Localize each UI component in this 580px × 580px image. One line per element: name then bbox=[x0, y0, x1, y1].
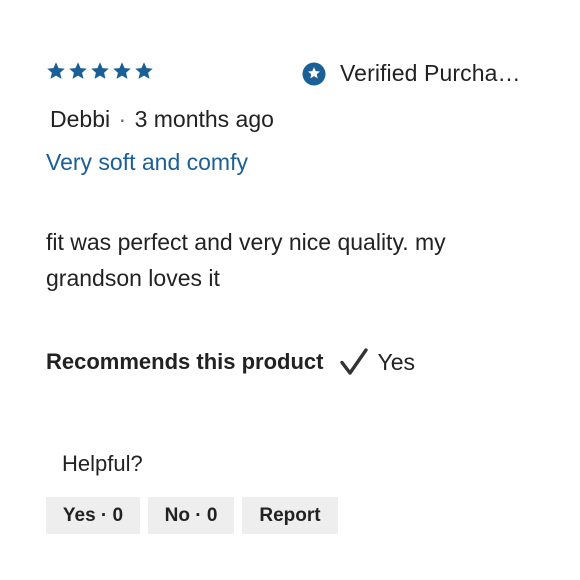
helpful-yes-button[interactable]: Yes · 0 bbox=[46, 497, 140, 534]
report-button[interactable]: Report bbox=[242, 497, 338, 534]
recommends-label: Recommends this product bbox=[46, 349, 324, 374]
verified-badge-icon bbox=[302, 62, 326, 85]
star-icon bbox=[135, 62, 153, 79]
review-title: Very soft and comfy bbox=[46, 149, 248, 175]
star-icon bbox=[113, 62, 131, 79]
star-icon bbox=[47, 62, 65, 79]
verified-purchase-badge: Verified Purcha… bbox=[302, 60, 521, 87]
star-icon bbox=[69, 62, 87, 79]
checkmark-icon bbox=[340, 348, 369, 375]
meta-separator: · bbox=[118, 106, 127, 132]
helpful-no-button[interactable]: No · 0 bbox=[148, 497, 234, 534]
review-header: Verified Purcha… bbox=[46, 60, 550, 90]
helpful-label: Helpful? bbox=[62, 451, 143, 476]
author-name: Debbi bbox=[50, 106, 111, 132]
recommendation: Recommends this product Yes bbox=[46, 347, 415, 377]
star-rating bbox=[46, 60, 154, 82]
review-body: fit was perfect and very nice quality. m… bbox=[46, 229, 446, 291]
verified-label: Verified Purcha… bbox=[340, 60, 521, 86]
review-date: 3 months ago bbox=[134, 106, 274, 132]
review-meta: Debbi · 3 months ago bbox=[50, 106, 274, 133]
feedback-buttons: Yes · 0 No · 0 Report bbox=[46, 497, 338, 534]
star-icon bbox=[91, 62, 109, 79]
review-card: Verified Purcha… Debbi · 3 months ago Ve… bbox=[0, 0, 580, 580]
recommends-value: Yes bbox=[377, 348, 416, 375]
